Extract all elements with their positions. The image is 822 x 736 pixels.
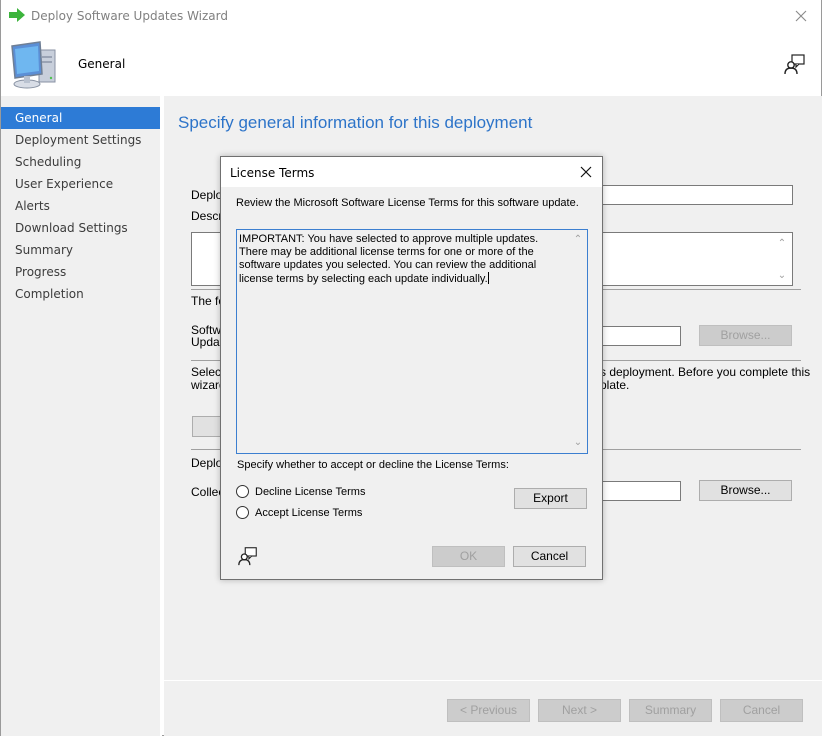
- cancel-button[interactable]: Cancel: [720, 699, 803, 722]
- previous-button[interactable]: < Previous: [447, 699, 530, 722]
- accept-label: Accept License Terms: [255, 506, 363, 519]
- window-title: Deploy Software Updates Wizard: [31, 9, 228, 23]
- sidebar-item-alerts[interactable]: Alerts: [1, 195, 160, 217]
- accept-radio[interactable]: [236, 506, 249, 519]
- dialog-close-button[interactable]: [576, 162, 596, 182]
- wizard-window: Deploy Software Updates Wizard General G…: [0, 0, 822, 736]
- license-scrollbar[interactable]: ⌃ ⌄: [570, 230, 587, 453]
- sidebar-item-scheduling[interactable]: Scheduling: [1, 151, 160, 173]
- select-text-line2-right: plate.: [600, 378, 630, 392]
- help-user-icon[interactable]: [783, 52, 807, 76]
- software-label-line2: Updat: [191, 335, 224, 349]
- decline-radio-option[interactable]: Decline License Terms: [236, 485, 365, 498]
- sidebar-item-summary[interactable]: Summary: [1, 239, 160, 261]
- export-button[interactable]: Export: [514, 488, 587, 509]
- summary-button[interactable]: Summary: [629, 699, 712, 722]
- wizard-sidebar: General Deployment Settings Scheduling U…: [1, 96, 162, 736]
- license-terms-dialog: License Terms Review the Microsoft Softw…: [220, 156, 603, 580]
- sidebar-item-download-settings[interactable]: Download Settings: [1, 217, 160, 239]
- sidebar-item-user-experience[interactable]: User Experience: [1, 173, 160, 195]
- ok-button[interactable]: OK: [432, 546, 505, 567]
- wizard-footer: < Previous Next > Summary Cancel: [164, 680, 822, 736]
- title-bar: Deploy Software Updates Wizard: [1, 0, 821, 32]
- close-icon: [580, 166, 592, 178]
- window-close-button[interactable]: [789, 4, 813, 28]
- header-title: General: [78, 57, 126, 71]
- dialog-title-bar: License Terms: [221, 157, 602, 187]
- select-text-right: s deployment. Before you complete this p…: [600, 366, 810, 392]
- decline-label: Decline License Terms: [255, 485, 366, 498]
- dialog-cancel-button[interactable]: Cancel: [513, 546, 586, 567]
- green-arrow-icon: [9, 8, 25, 22]
- scroll-down-icon[interactable]: ⌄: [776, 271, 788, 281]
- wizard-header: General: [1, 32, 821, 96]
- help-user-icon[interactable]: [237, 545, 259, 567]
- select-text-line1-right: s deployment. Before you complete this: [600, 365, 811, 379]
- sidebar-item-general[interactable]: General: [1, 107, 160, 129]
- dialog-title: License Terms: [230, 166, 315, 180]
- deployment-name-input[interactable]: [584, 185, 793, 205]
- license-text: IMPORTANT: You have selected to approve …: [239, 233, 539, 285]
- page-heading: Specify general information for this dep…: [178, 113, 533, 132]
- close-icon: [795, 10, 807, 22]
- decline-radio[interactable]: [236, 485, 249, 498]
- license-text-content: IMPORTANT: You have selected to approve …: [239, 233, 569, 286]
- scroll-down-icon[interactable]: ⌄: [572, 438, 584, 448]
- dialog-description: Review the Microsoft Software License Te…: [236, 197, 579, 209]
- browse-collection-button[interactable]: Browse...: [699, 480, 792, 501]
- sidebar-item-progress[interactable]: Progress: [1, 261, 160, 283]
- next-button[interactable]: Next >: [538, 699, 621, 722]
- scroll-up-icon[interactable]: ⌃: [776, 239, 788, 249]
- accept-decline-prompt: Specify whether to accept or decline the…: [237, 459, 509, 471]
- save-as-template-button[interactable]: [192, 416, 222, 437]
- accept-radio-option[interactable]: Accept License Terms: [236, 506, 362, 519]
- scroll-up-icon[interactable]: ⌃: [572, 235, 584, 245]
- sidebar-item-deployment-settings[interactable]: Deployment Settings: [1, 129, 160, 151]
- browse-template-button[interactable]: Browse...: [699, 325, 792, 346]
- text-cursor: [487, 272, 489, 284]
- license-text-box[interactable]: IMPORTANT: You have selected to approve …: [236, 229, 588, 454]
- sidebar-item-completion[interactable]: Completion: [1, 283, 160, 305]
- computer-icon: [11, 41, 56, 89]
